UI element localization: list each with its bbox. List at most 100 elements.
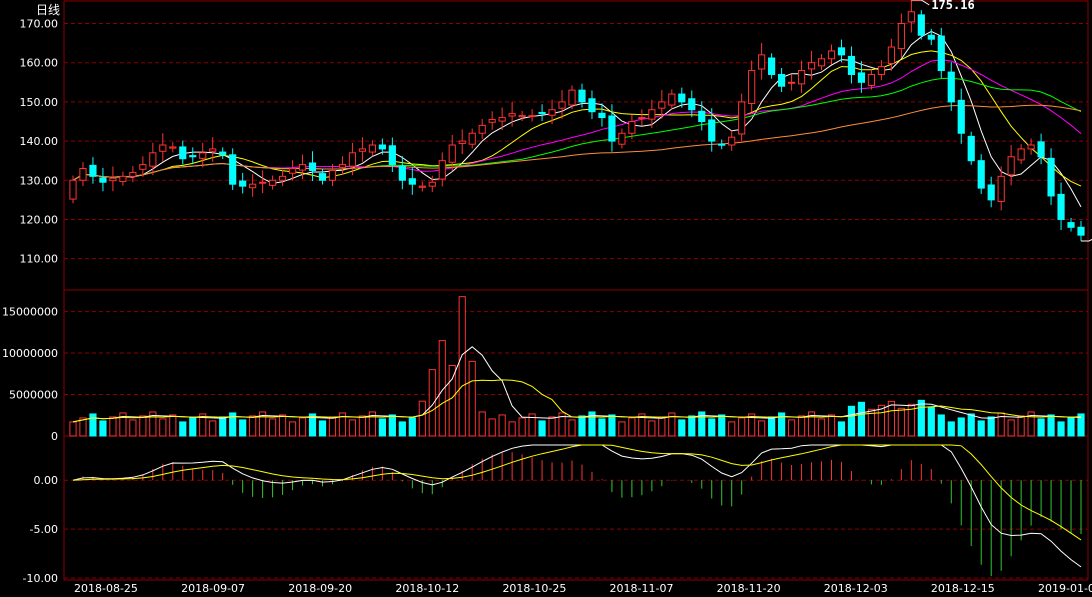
candle-down: [987, 184, 995, 201]
candle-up: [199, 152, 207, 159]
volume-bar-down: [1047, 414, 1055, 437]
candle-up: [249, 183, 257, 189]
candle-down: [388, 145, 396, 166]
volume-bar-down: [977, 420, 985, 437]
candle-up: [897, 23, 905, 50]
candle-up: [139, 164, 147, 170]
candle-up: [288, 168, 297, 174]
macd-dif-line: [72, 444, 1082, 568]
candle-up: [1007, 156, 1015, 176]
candle-up: [209, 148, 217, 152]
candle-down: [718, 143, 726, 146]
candle-up: [328, 169, 337, 181]
candle-up: [997, 175, 1005, 202]
candle-up: [149, 152, 157, 167]
volume-bar-down: [857, 401, 866, 437]
high-annotation: 175.16: [931, 0, 974, 12]
candle-up: [468, 132, 476, 145]
candle-up: [638, 117, 646, 120]
stock-chart: 110.00 120.00 130.00 140.00 150.00 160.00 170.…: [2, 0, 1092, 595]
candle-down: [917, 14, 925, 36]
volume-bar-up: [1017, 415, 1025, 437]
volume-bar-up: [548, 416, 556, 437]
volume-bar-up: [69, 421, 77, 437]
volume-bar-up: [428, 369, 436, 437]
volume-bar-up: [658, 416, 666, 437]
candle-down: [598, 112, 606, 119]
volume-bar-up: [169, 414, 177, 437]
candle-down: [99, 177, 107, 183]
candle-up: [498, 117, 506, 122]
candle-down: [398, 165, 406, 181]
candle-up: [738, 101, 746, 135]
price-y-tick: 120.00: [20, 213, 59, 226]
chart-title: 日线: [36, 3, 60, 17]
volume-bar-down: [937, 414, 945, 437]
volume-bar-up: [348, 419, 357, 437]
volume-bar-up: [728, 421, 736, 437]
volume-bar-down: [917, 399, 925, 437]
candle-up: [278, 175, 287, 181]
price-y-tick: 160.00: [20, 57, 59, 70]
macd-series: [72, 444, 1082, 577]
x-tick-label: 2018-11-07: [610, 582, 674, 595]
candle-down: [947, 71, 955, 103]
candle-up: [338, 164, 347, 168]
candle-up: [298, 164, 307, 171]
candle-down: [937, 35, 945, 72]
candle-down: [1057, 193, 1065, 220]
grid-lines: [64, 23, 1088, 579]
x-tick-label: 2018-09-07: [181, 582, 245, 595]
volume-bar-up: [758, 420, 766, 437]
volume-bar-up: [298, 417, 307, 437]
volume-bar-down: [398, 421, 406, 437]
x-axis-ticks: 2018-08-25 2018-09-07 2018-09-20 2018-10-12…: [74, 582, 1092, 595]
volume-bar-up: [418, 400, 426, 437]
volume-bar-up: [249, 415, 257, 437]
candle-down: [847, 55, 856, 75]
candle-down: [408, 178, 416, 185]
volume-bar-down: [388, 414, 396, 437]
candle-up: [269, 179, 277, 186]
x-tick-label: 2018-09-20: [288, 582, 352, 595]
candle-up: [758, 54, 766, 70]
candle-down: [608, 115, 616, 142]
volume-bar-up: [478, 411, 486, 437]
volume-bar-up: [109, 416, 117, 437]
low-marker-line: [1081, 238, 1092, 242]
volume-bar-up: [498, 414, 506, 437]
volume-bar-up: [827, 414, 836, 437]
volume-bar-down: [718, 414, 726, 437]
candle-down: [308, 162, 317, 171]
volume-bar-down: [239, 419, 247, 437]
candle-up: [478, 124, 486, 134]
candle-up: [368, 144, 376, 153]
volume-bar-up: [358, 415, 367, 437]
volume-bar-down: [967, 413, 975, 437]
macd-y-tick: 0.00: [34, 474, 59, 487]
ma10-line: [72, 50, 1082, 187]
candle-down: [977, 160, 985, 189]
candle-down: [708, 119, 716, 142]
candle-up: [797, 70, 806, 85]
volume-bar-down: [678, 419, 686, 437]
price-y-tick: 150.00: [20, 96, 59, 109]
candle-down: [957, 99, 965, 134]
candlestick-series: [69, 0, 1085, 241]
ma60-line: [72, 104, 1082, 181]
candle-up: [458, 140, 466, 144]
volume-bar-up: [488, 418, 496, 437]
volume-bar-up: [508, 421, 516, 437]
volume-bar-down: [189, 417, 197, 437]
candle-up: [518, 115, 526, 118]
volume-bar-up: [1007, 419, 1015, 437]
volume-bar-down: [608, 414, 616, 437]
candle-up: [418, 185, 426, 188]
candle-down: [1037, 141, 1045, 158]
volume-bar-up: [278, 414, 287, 437]
volume-bar-down: [837, 421, 846, 437]
candle-up: [867, 73, 876, 86]
volume-y-tick: 15000000: [2, 306, 58, 319]
candle-up: [658, 101, 666, 109]
volume-bar-down: [318, 420, 327, 437]
